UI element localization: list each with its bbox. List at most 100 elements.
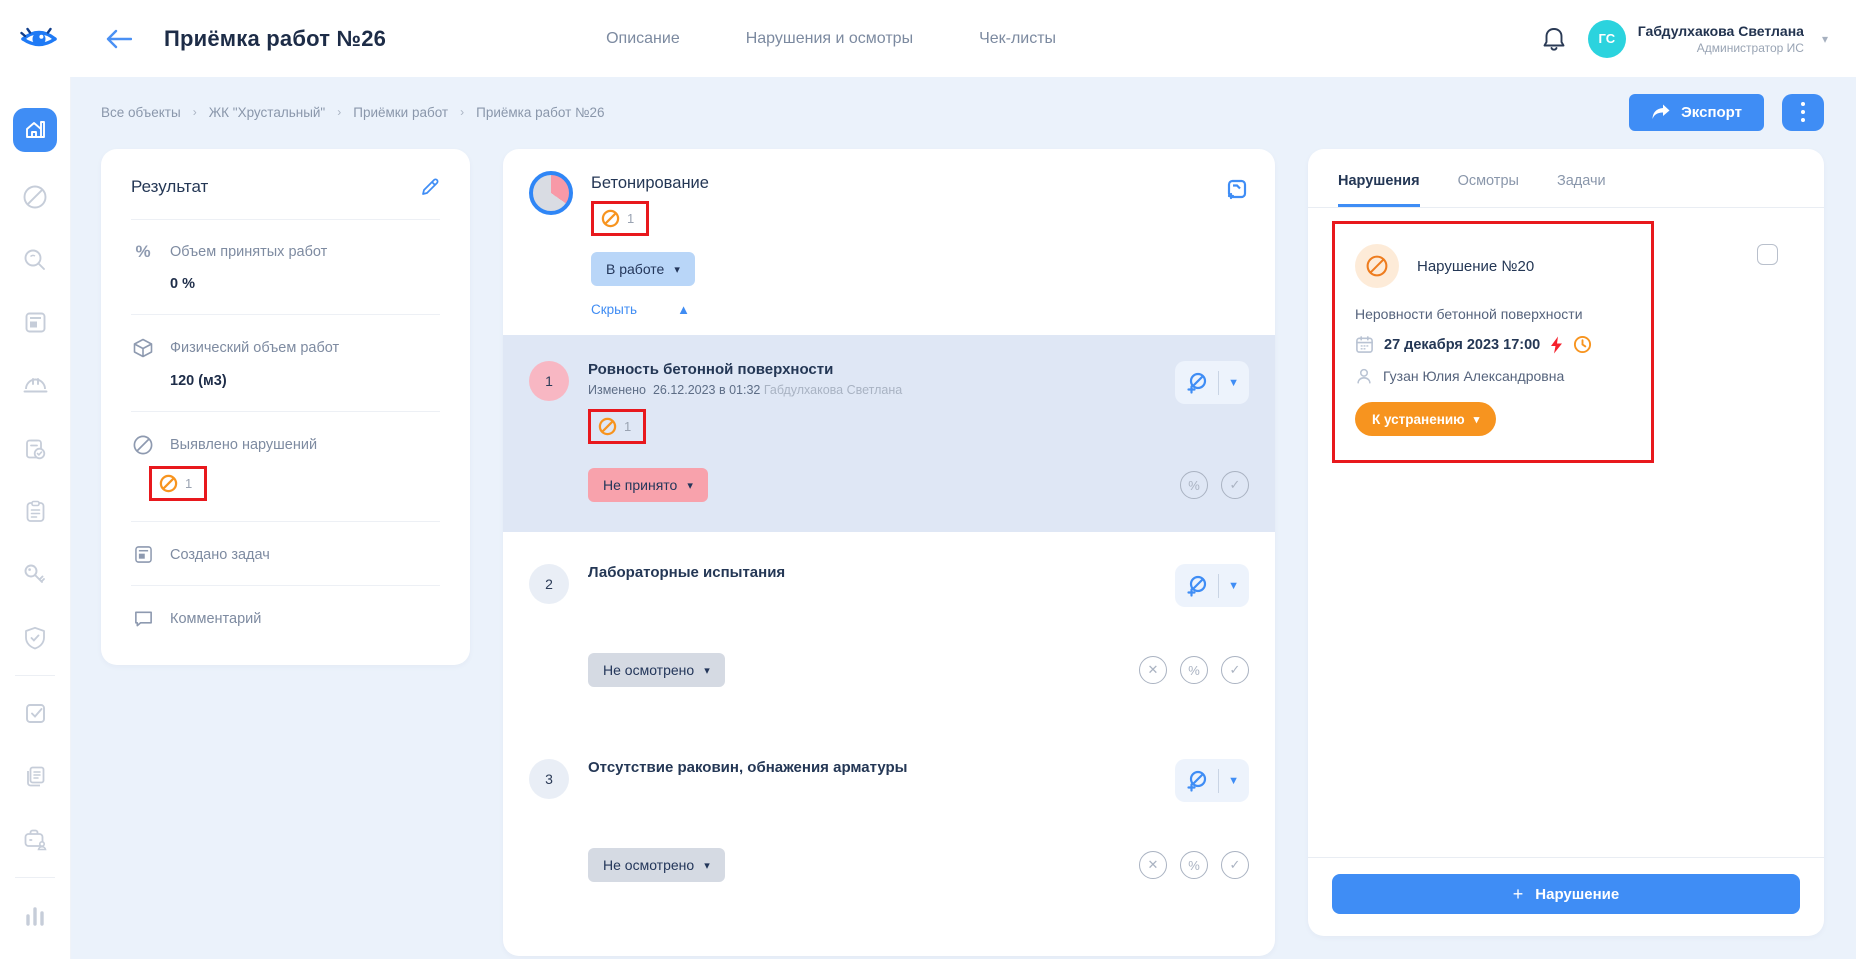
accept-check-icon[interactable]: ✓ — [1221, 471, 1249, 499]
chevron-down-icon: ▼ — [1228, 580, 1239, 592]
violation-card-annotation[interactable]: Нарушение №20 Неровности бетонной поверх… — [1332, 221, 1654, 463]
violation-title: Нарушение №20 — [1417, 258, 1534, 275]
sidebar-item-analytics[interactable] — [0, 884, 70, 947]
sidebar-item-cards[interactable] — [0, 291, 70, 354]
sidebar-item-documents[interactable] — [0, 745, 70, 808]
checklist-item-2[interactable]: 2 Лабораторные испытания ▼ Не осмотрено▾ — [503, 538, 1275, 717]
partial-accept-icon[interactable]: % — [1180, 471, 1208, 499]
tab-tasks[interactable]: Задачи — [1557, 173, 1606, 207]
sidebar-item-acceptances[interactable] — [0, 417, 70, 480]
item-title: Лабораторные испытания — [588, 564, 1175, 581]
violations-count-annotation: 1 — [149, 466, 207, 501]
sidebar-item-checklists[interactable] — [0, 480, 70, 543]
collapse-link[interactable]: Скрыть — [591, 302, 637, 317]
cube-icon — [131, 337, 155, 359]
calendar-icon — [1355, 335, 1374, 354]
user-menu[interactable]: ГС Габдулхакова Светлана Администратор И… — [1588, 20, 1828, 58]
sidebar-item-construction[interactable] — [0, 354, 70, 417]
card-icon — [23, 310, 48, 335]
violations-panel: Нарушения Осмотры Задачи Нарушение №20 Н… — [1308, 149, 1824, 936]
checkbox-icon — [23, 701, 48, 726]
item-number: 2 — [529, 564, 569, 604]
comment-icon — [131, 608, 155, 629]
more-actions-button[interactable] — [1782, 94, 1824, 131]
partial-accept-icon[interactable]: % — [1180, 851, 1208, 879]
add-violation-split-button[interactable]: ▼ — [1175, 361, 1249, 404]
violation-deadline: 27 декабря 2023 17:00 — [1384, 337, 1540, 353]
home-icon — [13, 108, 57, 152]
violation-status-dropdown[interactable]: К устранению▾ — [1355, 402, 1496, 436]
chevron-down-icon: ▾ — [674, 263, 680, 276]
violation-checkbox[interactable] — [1757, 244, 1778, 265]
sidebar-item-tasks[interactable] — [0, 682, 70, 745]
app-logo-eye-icon[interactable] — [18, 22, 60, 56]
export-button[interactable]: Экспорт — [1629, 94, 1764, 131]
result-row-label: Объем принятых работ — [170, 244, 327, 260]
ban-orange-icon — [159, 474, 178, 493]
sidebar-divider — [15, 877, 55, 878]
header-nav: Описание Нарушения и осмотры Чек-листы — [606, 30, 1542, 48]
hardhat-icon — [22, 372, 49, 399]
accept-check-icon[interactable]: ✓ — [1221, 851, 1249, 879]
left-rail — [0, 77, 71, 959]
add-to-card-icon[interactable] — [1223, 177, 1249, 203]
breadcrumb: Все объекты › ЖК "Хрустальный" › Приёмки… — [101, 105, 605, 120]
add-violation-split-button[interactable]: ▼ — [1175, 759, 1249, 802]
chevron-down-icon: ▼ — [1228, 377, 1239, 389]
breadcrumb-separator: › — [193, 105, 197, 119]
sidebar-item-violations[interactable] — [0, 165, 70, 228]
chevron-down-icon: ▼ — [1228, 775, 1239, 787]
add-violation-button[interactable]: + Нарушение — [1332, 874, 1800, 914]
user-name: Габдулхакова Светлана — [1638, 23, 1804, 39]
breadcrumb-current: Приёмка работ №26 — [476, 105, 604, 120]
checklist-item-3[interactable]: 3 Отсутствие раковин, обнажения арматуры… — [503, 733, 1275, 912]
sidebar-item-search[interactable] — [0, 228, 70, 291]
nav-violations-inspections[interactable]: Нарушения и осмотры — [746, 30, 913, 48]
back-button[interactable] — [106, 29, 132, 49]
breadcrumb-project[interactable]: ЖК "Хрустальный" — [209, 105, 326, 120]
result-row-value: 0 % — [170, 276, 440, 292]
clipboard-check-icon — [22, 436, 48, 462]
edit-pencil-icon[interactable] — [420, 177, 440, 197]
result-row-label: Комментарий — [170, 611, 261, 627]
clock-icon — [1573, 335, 1592, 354]
item-status-dropdown[interactable]: Не осмотрено▾ — [588, 848, 725, 882]
partial-accept-icon[interactable]: % — [1180, 656, 1208, 684]
work-status-dropdown[interactable]: В работе▾ — [591, 252, 695, 286]
shield-check-icon — [22, 625, 48, 651]
add-violation-split-button[interactable]: ▼ — [1175, 564, 1249, 607]
sidebar-item-home[interactable] — [0, 95, 70, 165]
reject-cross-icon[interactable]: ✕ — [1139, 656, 1167, 684]
progress-pie-icon — [529, 171, 573, 215]
item-number: 3 — [529, 759, 569, 799]
user-role: Администратор ИС — [1638, 41, 1804, 55]
breadcrumb-all-objects[interactable]: Все объекты — [101, 105, 181, 120]
add-violation-icon — [1185, 371, 1209, 395]
search-icon — [22, 247, 48, 273]
accept-check-icon[interactable]: ✓ — [1221, 656, 1249, 684]
sidebar-item-staff[interactable] — [0, 808, 70, 871]
item-status-dropdown[interactable]: Не принято▾ — [588, 468, 708, 502]
breadcrumb-acceptances[interactable]: Приёмки работ — [353, 105, 448, 120]
item-status-dropdown[interactable]: Не осмотрено▾ — [588, 653, 725, 687]
chevron-down-icon: ▾ — [687, 479, 693, 492]
notifications-bell-icon[interactable] — [1542, 26, 1566, 52]
violation-assignee: Гузан Юлия Александровна — [1383, 368, 1564, 384]
chevron-up-icon[interactable]: ▲ — [677, 302, 690, 317]
work-violations-count: 1 — [627, 211, 634, 226]
briefcase-user-icon — [22, 826, 49, 853]
checklist-item-1[interactable]: 1 Ровность бетонной поверхности Изменено… — [503, 335, 1275, 532]
breadcrumb-separator: › — [460, 105, 464, 119]
nav-checklists[interactable]: Чек-листы — [979, 30, 1056, 48]
result-row-value: 120 (м3) — [170, 373, 440, 389]
work-card: Бетонирование 1 В работе▾ Скрыть ▲ — [503, 149, 1275, 956]
sidebar-item-access[interactable] — [0, 543, 70, 606]
lightning-icon — [1550, 336, 1563, 354]
tab-violations[interactable]: Нарушения — [1338, 173, 1420, 207]
result-row-physical-volume: Физический объем работ 120 (м3) — [131, 315, 440, 412]
sidebar-item-security[interactable] — [0, 606, 70, 669]
tab-inspections[interactable]: Осмотры — [1458, 173, 1519, 207]
user-avatar: ГС — [1588, 20, 1626, 58]
reject-cross-icon[interactable]: ✕ — [1139, 851, 1167, 879]
nav-description[interactable]: Описание — [606, 30, 680, 48]
